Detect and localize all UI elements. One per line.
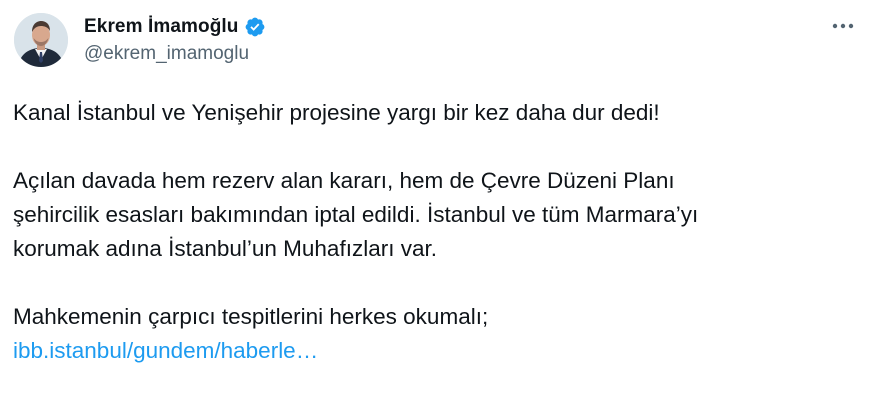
tweet-line: korumak adına İstanbul’un Muhafızları va…: [13, 236, 437, 261]
tweet-text: Kanal İstanbul ve Yenişehir projesine ya…: [13, 96, 853, 368]
user-names: Ekrem İmamoğlu @ekrem_imamoglu: [84, 14, 266, 65]
tweet-card: Ekrem İmamoğlu @ekrem_imamoglu Kanal İst…: [0, 0, 874, 402]
verified-badge-icon: [244, 16, 266, 38]
name-row: Ekrem İmamoğlu: [84, 14, 266, 40]
tweet-paragraph-3: Mahkemenin çarpıcı tespitlerini herkes o…: [13, 300, 853, 368]
more-options-icon: [832, 23, 854, 29]
user-handle[interactable]: @ekrem_imamoglu: [84, 43, 266, 65]
avatar[interactable]: [14, 13, 68, 67]
tweet-paragraph-1: Kanal İstanbul ve Yenişehir projesine ya…: [13, 100, 660, 125]
tweet-link[interactable]: ibb.istanbul/gundem/haberle…: [13, 338, 318, 363]
tweet-header: Ekrem İmamoğlu @ekrem_imamoglu: [14, 13, 266, 67]
avatar-image: [14, 13, 68, 67]
tweet-line: Mahkemenin çarpıcı tespitlerini herkes o…: [13, 304, 489, 329]
tweet-paragraph-2: Açılan davada hem rezerv alan kararı, he…: [13, 164, 853, 266]
tweet-line: Açılan davada hem rezerv alan kararı, he…: [13, 168, 675, 193]
display-name[interactable]: Ekrem İmamoğlu: [84, 16, 239, 38]
tweet-line: şehircilik esasları bakımından iptal edi…: [13, 202, 699, 227]
more-options-button[interactable]: [826, 12, 860, 40]
